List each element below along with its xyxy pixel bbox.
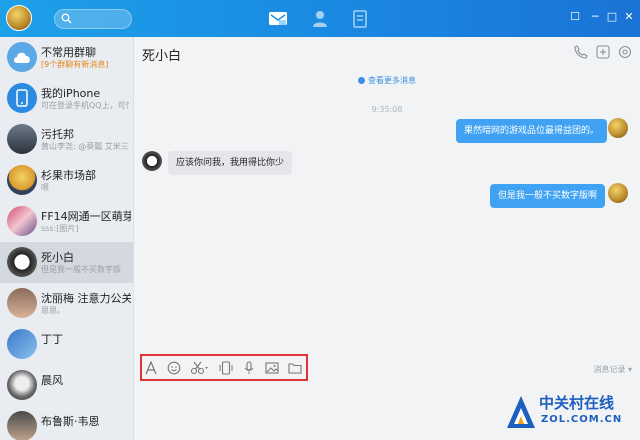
phone-avatar bbox=[7, 83, 37, 113]
chat-title: 死小白 bbox=[142, 49, 182, 64]
tower-avatar bbox=[7, 124, 37, 154]
contact-preview: 可在登录手机QQ上，可传 bbox=[41, 101, 129, 110]
my-avatar[interactable] bbox=[6, 5, 32, 31]
contact-name: 死小白 bbox=[41, 251, 74, 264]
apps-icon bbox=[353, 10, 367, 28]
contact-preview: 嗯 bbox=[41, 183, 49, 192]
contact-name: FF14网通一区萌芽 bbox=[41, 210, 131, 223]
contact-item[interactable]: 沈丽梅 注意力公关 恩恩。 bbox=[0, 283, 133, 324]
my-message-avatar[interactable] bbox=[608, 183, 628, 203]
contact-name: 不常用群聊 bbox=[41, 46, 96, 59]
contact-preview: [9个群聊有新消息] bbox=[41, 60, 109, 69]
contact-item[interactable]: 丁丁 bbox=[0, 324, 133, 365]
contact-name: 丁丁 bbox=[41, 333, 63, 346]
skin-button[interactable]: ☐ bbox=[568, 10, 582, 24]
watermark-line2: ZOL.COM.CN bbox=[541, 414, 623, 425]
contact-name: 杉果市场部 bbox=[41, 169, 96, 182]
contact-preview: sss:[图片] bbox=[41, 224, 79, 233]
view-more-messages-link[interactable]: 查看更多消息 bbox=[134, 75, 640, 86]
mic-icon[interactable] bbox=[242, 361, 256, 375]
contact-item[interactable]: 污托邦 黄山李尧: @葵瓢 艾米三 bbox=[0, 119, 133, 160]
contact-preview: 黄山李尧: @葵瓢 艾米三 bbox=[41, 142, 129, 151]
contact-name: 沈丽梅 注意力公关 bbox=[41, 292, 131, 305]
history-dot-icon bbox=[358, 77, 365, 84]
contact-name: 布鲁斯·韦恩 bbox=[41, 415, 100, 428]
contact-item[interactable]: 我的iPhone 可在登录手机QQ上，可传 bbox=[0, 78, 133, 119]
contact-message-avatar[interactable] bbox=[142, 151, 162, 171]
anime-avatar bbox=[7, 206, 37, 236]
contact-item[interactable]: 布鲁斯·韦恩 bbox=[0, 406, 133, 440]
contact-preview: 恩恩。 bbox=[41, 306, 65, 315]
message-bubble-incoming[interactable]: 应该你问我，我用得比你少 bbox=[168, 151, 293, 175]
chat-panel: 死小白 查看更多消息 9:35:08 果然暗网的游戏品位最得益团的。 应该你问我… bbox=[134, 37, 640, 440]
contacts-icon bbox=[313, 11, 327, 27]
contact-preview: 但是我一般不买数字版 bbox=[41, 265, 121, 274]
folder-icon[interactable] bbox=[288, 361, 302, 375]
message-history-button[interactable]: 消息记录 ▾ bbox=[593, 364, 632, 375]
contact-item[interactable]: 杉果市场部 嗯 bbox=[0, 160, 133, 201]
input-toolbar-highlight bbox=[140, 354, 308, 381]
my-message-avatar[interactable] bbox=[608, 118, 628, 138]
apps-tab[interactable] bbox=[349, 8, 371, 30]
contact-item[interactable]: 晨风 bbox=[0, 365, 133, 406]
message-icon bbox=[269, 12, 287, 25]
contact-item[interactable]: FF14网通一区萌芽 sss:[图片] bbox=[0, 201, 133, 242]
vault-boy-avatar bbox=[7, 165, 37, 195]
messages-tab[interactable] bbox=[267, 8, 289, 30]
character-avatar bbox=[7, 329, 37, 359]
top-bar: ☐ ─ □ ✕ bbox=[0, 0, 640, 37]
zol-logo-icon bbox=[507, 396, 535, 428]
man-avatar bbox=[7, 411, 37, 440]
search-input[interactable] bbox=[75, 12, 127, 26]
contacts-tab[interactable] bbox=[309, 8, 331, 30]
add-member-icon[interactable] bbox=[596, 45, 610, 59]
minimize-button[interactable]: ─ bbox=[588, 10, 602, 24]
panda-avatar bbox=[7, 247, 37, 277]
contact-item-selected[interactable]: 死小白 但是我一般不买数字版 bbox=[0, 242, 133, 283]
scissors-icon[interactable] bbox=[190, 361, 210, 375]
group-cloud-avatar bbox=[7, 42, 37, 72]
watermark-line1: 中关村在线 bbox=[539, 394, 615, 412]
shake-icon[interactable] bbox=[219, 361, 233, 375]
contact-list: 不常用群聊 [9个群聊有新消息] 我的iPhone 可在登录手机QQ上，可传 污… bbox=[0, 37, 134, 440]
contact-item[interactable]: 不常用群聊 [9个群聊有新消息] bbox=[0, 37, 133, 78]
girl-avatar bbox=[7, 288, 37, 318]
contact-name: 污托邦 bbox=[41, 128, 74, 141]
search-icon bbox=[61, 13, 72, 24]
search-box[interactable] bbox=[54, 9, 132, 29]
settings-icon[interactable] bbox=[618, 45, 632, 59]
zol-watermark: 中关村在线 ZOL.COM.CN bbox=[503, 390, 637, 438]
message-bubble-outgoing[interactable]: 但是我一般不买数字版啊 bbox=[490, 184, 606, 208]
phone-call-icon[interactable] bbox=[574, 45, 588, 59]
contact-name: 晨风 bbox=[41, 374, 63, 387]
image-icon[interactable] bbox=[265, 361, 279, 375]
close-button[interactable]: ✕ bbox=[622, 10, 636, 24]
message-bubble-outgoing[interactable]: 果然暗网的游戏品位最得益团的。 bbox=[456, 119, 608, 143]
cat-avatar bbox=[7, 370, 37, 400]
contact-name: 我的iPhone bbox=[41, 87, 101, 100]
emoji-icon[interactable] bbox=[167, 361, 181, 375]
message-timestamp: 9:35:08 bbox=[371, 105, 403, 114]
maximize-button[interactable]: □ bbox=[605, 10, 619, 24]
font-icon[interactable] bbox=[144, 361, 158, 375]
